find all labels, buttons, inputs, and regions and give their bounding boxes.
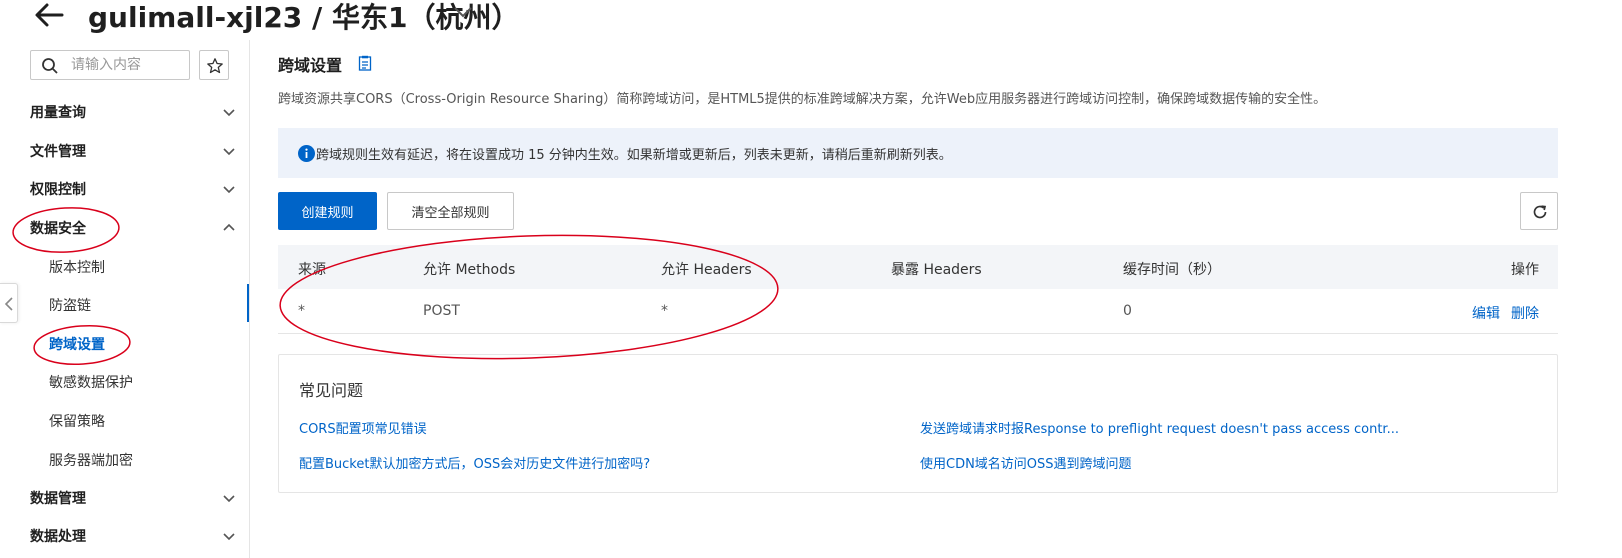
chevron-down-icon[interactable] <box>222 184 236 194</box>
chevron-down-icon[interactable] <box>222 531 236 541</box>
back-arrow-icon[interactable] <box>32 0 66 30</box>
faq-link[interactable]: CORS配置项常见错误 <box>299 418 427 437</box>
faq-link[interactable]: 发送跨域请求时报Response to preflight request do… <box>920 418 1399 437</box>
notice-text: 跨域规则生效有延迟，将在设置成功 15 分钟内生效。如果新增或更新后，列表未更新… <box>316 148 952 163</box>
cell-methods: POST <box>423 303 460 319</box>
chevron-left-icon <box>4 297 13 311</box>
favorite-button[interactable] <box>199 50 229 80</box>
search-icon <box>41 57 59 75</box>
active-indicator <box>247 284 249 322</box>
cell-allowed-headers: * <box>661 303 668 319</box>
faq-title: 常见问题 <box>299 381 364 400</box>
faq-panel: 常见问题 CORS配置项常见错误 发送跨域请求时报Response to pre… <box>278 354 1558 493</box>
chevron-down-icon[interactable] <box>222 493 236 503</box>
refresh-button[interactable] <box>1520 192 1558 230</box>
sidebar-collapse-button[interactable] <box>0 283 18 323</box>
info-icon <box>298 145 315 162</box>
create-rule-button[interactable]: 创建规则 <box>278 192 377 230</box>
column-header-source: 来源 <box>298 262 326 278</box>
column-header-methods: 允许 Methods <box>423 262 516 278</box>
page-title: 跨域设置 <box>278 56 343 75</box>
document-icon[interactable] <box>358 55 372 71</box>
chevron-down-icon[interactable] <box>222 107 236 117</box>
delete-link[interactable]: 删除 <box>1511 303 1539 323</box>
sidebar-item-encryption[interactable]: 服务器端加密 <box>49 450 133 470</box>
column-header-actions: 操作 <box>1511 262 1539 278</box>
search-input[interactable] <box>71 54 186 76</box>
sidebar-item-versioning[interactable]: 版本控制 <box>49 257 105 277</box>
nav-group-data-management[interactable]: 数据管理 <box>30 488 86 508</box>
nav-group-access[interactable]: 权限控制 <box>30 179 86 199</box>
nav-group-files[interactable]: 文件管理 <box>30 141 86 161</box>
cell-max-age: 0 <box>1123 303 1132 319</box>
table-header: 来源 允许 Methods 允许 Headers 暴露 Headers 缓存时间… <box>278 245 1558 289</box>
table-row: * POST * 0 编辑 删除 <box>278 289 1558 334</box>
page-header: gulimall-xjl23 / 华东1（杭州） <box>0 0 1622 40</box>
faq-link[interactable]: 配置Bucket默认加密方式后，OSS会对历史文件进行加密吗? <box>299 453 650 472</box>
search-box[interactable] <box>30 50 190 80</box>
main-content: 跨域设置 跨域资源共享CORS（Cross-Origin Resource Sh… <box>278 40 1622 558</box>
sidebar-item-retention[interactable]: 保留策略 <box>49 411 105 431</box>
clear-all-rules-button[interactable]: 清空全部规则 <box>387 192 514 230</box>
edit-link[interactable]: 编辑 <box>1472 303 1500 323</box>
sidebar: 用量查询 文件管理 权限控制 数据安全 版本控制 防盗链 跨域设置 敏感数据保护… <box>0 40 250 558</box>
refresh-icon <box>1533 205 1547 219</box>
cell-source: * <box>298 303 305 319</box>
column-header-allowed-headers: 允许 Headers <box>661 262 752 278</box>
column-header-expose-headers: 暴露 Headers <box>891 262 982 278</box>
sidebar-item-sensitive-data[interactable]: 敏感数据保护 <box>49 372 133 392</box>
faq-link[interactable]: 使用CDN域名访问OSS遇到跨域问题 <box>920 453 1132 472</box>
chevron-down-icon[interactable] <box>452 2 474 22</box>
chevron-down-icon[interactable] <box>222 146 236 156</box>
notice-banner: 跨域规则生效有延迟，将在设置成功 15 分钟内生效。如果新增或更新后，列表未更新… <box>278 128 1558 178</box>
column-header-max-age: 缓存时间（秒） <box>1123 262 1221 278</box>
nav-group-data-processing[interactable]: 数据处理 <box>30 526 86 546</box>
sidebar-item-hotlink[interactable]: 防盗链 <box>49 295 91 315</box>
sidebar-item-cors[interactable]: 跨域设置 <box>49 334 105 354</box>
nav-group-usage[interactable]: 用量查询 <box>30 102 86 122</box>
page-description: 跨域资源共享CORS（Cross-Origin Resource Sharing… <box>278 92 1327 107</box>
chevron-up-icon[interactable] <box>222 223 236 233</box>
nav-group-data-security[interactable]: 数据安全 <box>30 218 86 238</box>
star-icon <box>207 58 223 74</box>
